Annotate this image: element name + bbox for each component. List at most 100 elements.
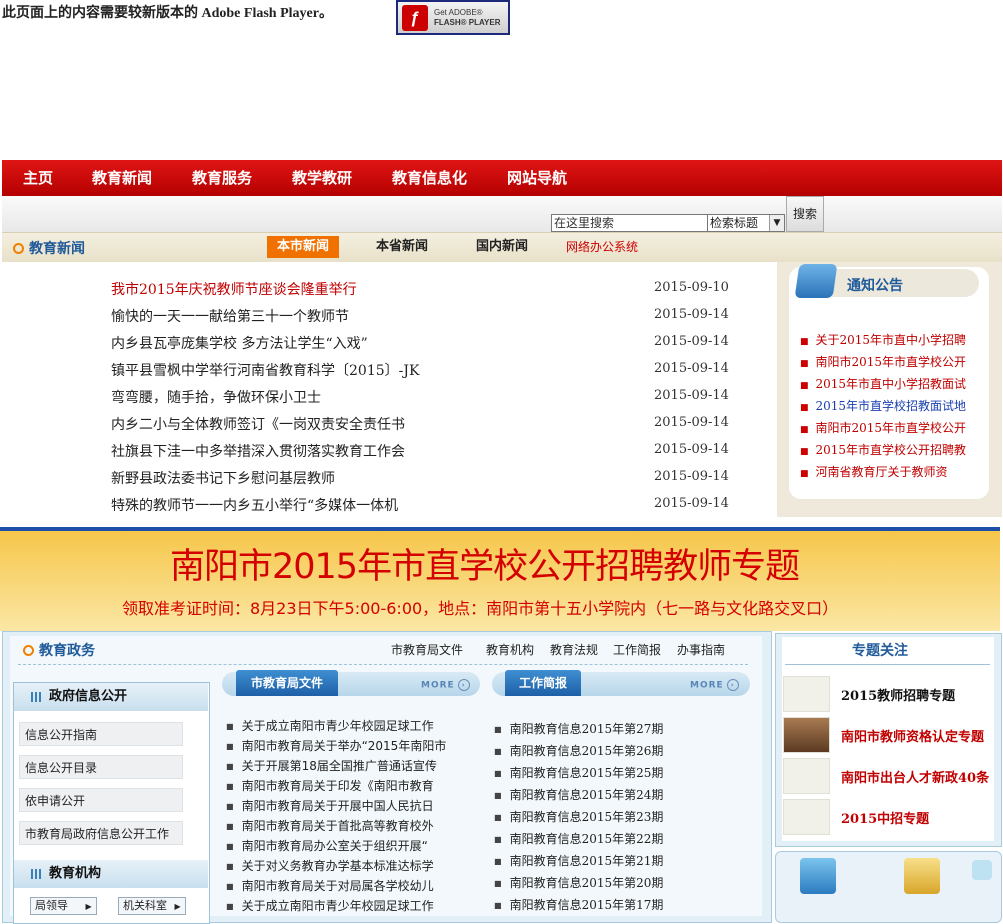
project-report-icon[interactable] xyxy=(904,858,940,894)
info-open-request[interactable]: 依申请公开 xyxy=(19,788,183,812)
brief-list-item[interactable]: ■ 南阳教育信息2015年第20期 xyxy=(494,874,663,891)
news-item-title[interactable]: 社旗县下洼一中多举措深入贯彻落实教育工作会 xyxy=(111,441,405,461)
divider xyxy=(18,664,748,665)
topic-thumbnail-icon[interactable] xyxy=(783,799,830,835)
doc-list-item[interactable]: ■ 关于开展第18届全国推广普通话宣传 xyxy=(226,757,437,774)
brief-list-item[interactable]: ■ 南阳教育信息2015年第22期 xyxy=(494,830,663,847)
brief-list-item[interactable]: ■ 南阳教育信息2015年第24期 xyxy=(494,786,663,803)
news-item-title[interactable]: 镇平县雪枫中学举行河南省教育科学〔2015〕-JK xyxy=(111,360,419,380)
topic-thumbnail-icon[interactable] xyxy=(783,676,830,712)
notice-item[interactable]: ■ 2015年市直中小学招教面试 xyxy=(800,375,966,392)
online-service-icon[interactable] xyxy=(800,858,836,894)
doc-item-text: 南阳市教育局办公室关于组织开展“ xyxy=(241,839,428,853)
bullet-icon: ■ xyxy=(800,469,809,479)
gov-link-briefs[interactable]: 工作简报 xyxy=(613,641,661,658)
tab-national-news[interactable]: 国内新闻 xyxy=(476,236,528,258)
bullet-icon: ■ xyxy=(800,337,809,347)
search-input[interactable]: 在这里搜索 xyxy=(551,214,709,232)
brief-list-item[interactable]: ■ 南阳教育信息2015年第26期 xyxy=(494,742,663,759)
notice-item[interactable]: ■ 2015年市直学校公开招聘教 xyxy=(800,441,966,458)
arrow-right-icon: ▶ xyxy=(174,902,181,911)
bullet-icon: ■ xyxy=(494,747,502,756)
gov-link-documents[interactable]: 市教育局文件 xyxy=(391,641,463,658)
bullet-icon: ■ xyxy=(226,842,234,851)
bullet-icon: ■ xyxy=(800,447,809,457)
doc-item-text: 关于成立南阳市青少年校园足球工作 xyxy=(241,719,434,733)
notice-item[interactable]: ■ 河南省教育厅关于教师资 xyxy=(800,463,948,480)
news-item-title[interactable]: 我市2015年庆祝教师节座谈会隆重举行 xyxy=(111,279,357,299)
doc-list-item[interactable]: ■ 南阳市教育局关于对局属各学校幼儿 xyxy=(226,877,434,894)
nav-education-services[interactable]: 教育服务 xyxy=(192,160,252,196)
leaders-button-label: 局领导 xyxy=(35,899,68,912)
get-flash-player-button[interactable]: ƒ Get ADOBE® FLASH® PLAYER xyxy=(396,0,510,35)
bullet-icon: ■ xyxy=(494,813,502,822)
leaders-button[interactable]: 局领导 ▶ xyxy=(30,897,97,915)
doc-list-item[interactable]: ■ 关于成立南阳市青少年校园足球工作 xyxy=(226,717,434,734)
nav-home[interactable]: 主页 xyxy=(23,160,53,196)
gov-link-regulations[interactable]: 教育法规 xyxy=(550,641,598,658)
news-item-title[interactable]: 愉快的一天一一献给第三十一个教师节 xyxy=(111,306,349,326)
gov-link-guide[interactable]: 办事指南 xyxy=(677,641,725,658)
topic-link[interactable]: 2015中招专题 xyxy=(841,808,929,827)
topic-link[interactable]: 南阳市出台人才新政40条 xyxy=(841,767,989,786)
doc-item-text: 南阳市教育局关于对局属各学校幼儿 xyxy=(241,879,434,893)
departments-button[interactable]: 机关科室 ▶ xyxy=(118,897,186,915)
search-scope-select[interactable]: 检索标题 ▼ xyxy=(707,214,785,232)
more-label: MORE xyxy=(690,680,724,691)
doc-list-item[interactable]: ■ 南阳市教育局关于举办“2015年南阳市 xyxy=(226,737,446,754)
topics-title: 专题关注 xyxy=(852,643,908,659)
doc-list-item[interactable]: ■ 关于对义务教育办学基本标准达标学 xyxy=(226,857,434,874)
section-bullet-icon xyxy=(13,243,24,254)
topic-link[interactable]: 南阳市教师资格认定专题 xyxy=(841,726,984,745)
bullet-icon: ■ xyxy=(226,822,234,831)
bullet-icon: ■ xyxy=(494,835,502,844)
bullet-icon: ■ xyxy=(800,425,809,435)
notice-item[interactable]: ■ 2015年市直学校招教面试地 xyxy=(800,397,966,414)
tab-province-news[interactable]: 本省新闻 xyxy=(376,236,428,258)
bullet-icon: ■ xyxy=(226,782,234,791)
bullet-icon: ■ xyxy=(494,857,502,866)
news-item-title[interactable]: 内乡县瓦亭庞集学校 多方法让学生“入戏” xyxy=(111,333,368,353)
doc-list-item[interactable]: ■ 南阳市教育局办公室关于组织开展“ xyxy=(226,837,428,854)
topic-thumbnail-icon[interactable] xyxy=(783,758,830,794)
info-open-catalog[interactable]: 信息公开目录 xyxy=(19,755,183,779)
tab-city-news[interactable]: 本市新闻 xyxy=(267,236,339,258)
brief-list-item[interactable]: ■ 南阳教育信息2015年第23期 xyxy=(494,808,663,825)
doc-list-item[interactable]: ■ 南阳市教育局关于开展中国人民抗日 xyxy=(226,797,434,814)
notice-item[interactable]: ■ 南阳市2015年市直学校公开 xyxy=(800,353,966,370)
info-open-header: 政府信息公开 xyxy=(14,683,208,711)
megaphone-icon xyxy=(794,264,838,298)
bullet-icon: ■ xyxy=(800,403,809,413)
nav-teaching-research[interactable]: 教学教研 xyxy=(292,160,352,196)
divider xyxy=(785,664,990,665)
news-item-title[interactable]: 特殊的教师节一一内乡五小举行“多媒体一体机 xyxy=(111,495,398,515)
office-system-link[interactable]: 网络办公系统 xyxy=(566,236,638,258)
notice-item[interactable]: ■ 南阳市2015年市直学校公开 xyxy=(800,419,966,436)
news-item-date: 2015-09-10 xyxy=(654,280,729,295)
notice-item[interactable]: ■ 关于2015年市直中小学招聘 xyxy=(800,331,966,348)
info-open-work[interactable]: 市教育局政府信息公开工作 xyxy=(19,821,183,845)
briefs-more-link[interactable]: MORE › xyxy=(690,679,739,691)
doc-list-item[interactable]: ■ 关于成立南阳市青少年校园足球工作 xyxy=(226,897,434,914)
brief-list-item[interactable]: ■ 南阳教育信息2015年第17期 xyxy=(494,896,663,913)
search-button[interactable]: 搜索 xyxy=(786,196,824,232)
news-item-title[interactable]: 弯弯腰，随手拾，争做环保小卫士 xyxy=(111,387,321,407)
doc-list-item[interactable]: ■ 南阳市教育局关于印发《南阳市教育 xyxy=(226,777,434,794)
brief-list-item[interactable]: ■ 南阳教育信息2015年第25期 xyxy=(494,764,663,781)
doc-item-text: 南阳市教育局关于首批高等教育校外 xyxy=(241,819,434,833)
nav-education-news[interactable]: 教育新闻 xyxy=(92,160,152,196)
brief-list-item[interactable]: ■ 南阳教育信息2015年第27期 xyxy=(494,720,663,737)
docs-more-link[interactable]: MORE › xyxy=(421,679,470,691)
doc-list-item[interactable]: ■ 南阳市教育局关于首批高等教育校外 xyxy=(226,817,434,834)
info-open-guide[interactable]: 信息公开指南 xyxy=(19,722,183,746)
topic-link[interactable]: 2015教师招聘专题 xyxy=(841,685,955,704)
brief-list-item[interactable]: ■ 南阳教育信息2015年第21期 xyxy=(494,852,663,869)
nav-education-it[interactable]: 教育信息化 xyxy=(392,160,467,196)
flash-button-bottom-text: FLASH® PLAYER xyxy=(434,17,501,27)
gov-link-institutions[interactable]: 教育机构 xyxy=(486,641,534,658)
news-item-title[interactable]: 新野县政法委书记下乡慰问基层教师 xyxy=(111,468,335,488)
topic-thumbnail-icon[interactable] xyxy=(783,717,830,753)
news-item-title[interactable]: 内乡二小与全体教师签订《一岗双责安全责任书 xyxy=(111,414,405,434)
brief-item-text: 南阳教育信息2015年第17期 xyxy=(509,898,664,912)
nav-site-map[interactable]: 网站导航 xyxy=(507,160,567,196)
